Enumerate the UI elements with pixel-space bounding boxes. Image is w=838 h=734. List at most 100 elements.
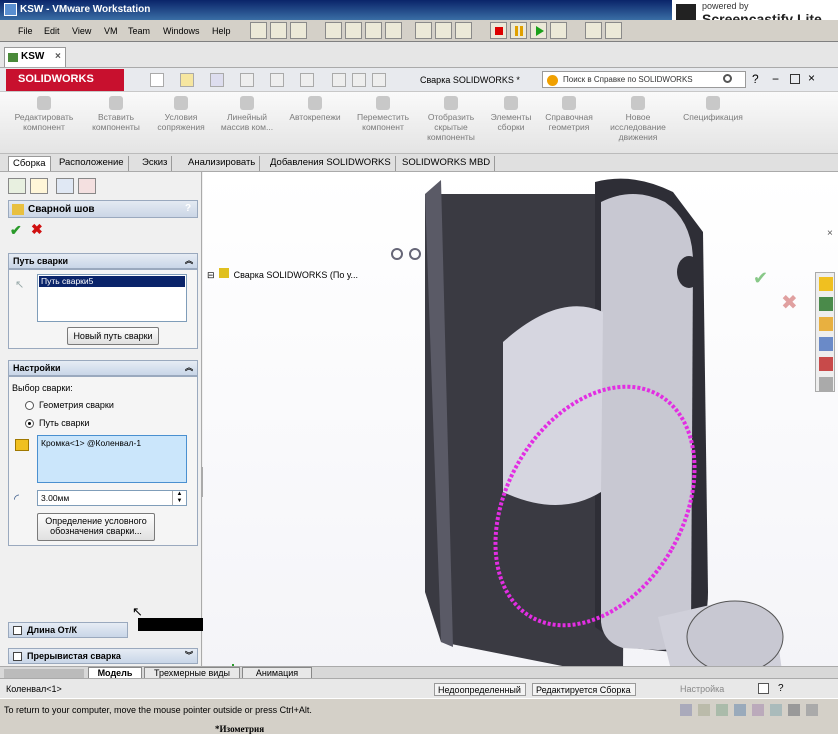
rebuild-icon[interactable] bbox=[332, 73, 346, 87]
confirm-corner-cancel-icon[interactable]: ✖ bbox=[781, 290, 798, 315]
usb-icon[interactable] bbox=[605, 22, 622, 39]
hdd-icon[interactable] bbox=[680, 704, 692, 716]
graphics-close-icon[interactable]: × bbox=[827, 228, 833, 239]
ok-icon[interactable]: ✔ bbox=[10, 222, 22, 239]
reference-geometry-button[interactable]: Справочная геометрия bbox=[538, 96, 600, 132]
weld-path-section-header[interactable]: Путь сварки ︽ bbox=[8, 253, 198, 269]
property-manager-tab-icon[interactable] bbox=[30, 178, 48, 194]
bill-of-materials-button[interactable]: Спецификация bbox=[674, 96, 752, 122]
confirm-corner-ok-icon[interactable]: ✔ bbox=[753, 268, 768, 289]
move-component-button[interactable]: Переместить компонент bbox=[350, 96, 416, 132]
crank-arm-front[interactable] bbox=[601, 194, 693, 650]
graphics-area[interactable]: ⊟ Сварка SOLIDWORKS (По у... ✔ ✖ × *Изом… bbox=[203, 172, 838, 734]
configuration-tab-icon[interactable] bbox=[56, 178, 74, 194]
menu-edit[interactable]: Edit bbox=[44, 26, 60, 36]
minimize-icon[interactable]: − bbox=[772, 72, 779, 86]
select-icon[interactable] bbox=[300, 73, 314, 87]
undo-icon[interactable] bbox=[270, 73, 284, 87]
home-icon[interactable] bbox=[819, 277, 833, 291]
menu-view[interactable]: View bbox=[72, 26, 91, 36]
play-icon[interactable] bbox=[530, 22, 547, 39]
mate-button[interactable]: Условия сопряжения bbox=[150, 96, 212, 132]
feature-tree-tab-icon[interactable] bbox=[8, 178, 26, 194]
weld-path-item[interactable]: Путь сварки5 bbox=[39, 276, 185, 287]
quick-switch-icon[interactable] bbox=[415, 22, 432, 39]
tab-evaluate[interactable]: Анализировать bbox=[184, 156, 261, 171]
design-library-icon[interactable] bbox=[819, 317, 833, 331]
thumbnail-icon[interactable] bbox=[455, 22, 472, 39]
solidworks-logo[interactable]: SOLIDWORKS bbox=[6, 69, 124, 91]
snapshot-icon[interactable] bbox=[250, 22, 267, 39]
linear-pattern-button[interactable]: Линейный массив ком... bbox=[214, 96, 280, 132]
pm-help-icon[interactable]: ? bbox=[185, 203, 191, 214]
tab-layout[interactable]: Расположение bbox=[55, 156, 129, 171]
settings-section-header[interactable]: Настройки ︽ bbox=[8, 360, 198, 376]
weld-path-list[interactable]: Путь сварки5 bbox=[37, 274, 187, 322]
length-section-header[interactable]: Длина От/К bbox=[8, 622, 128, 638]
printer-status-icon[interactable] bbox=[788, 704, 800, 716]
status-box-icon[interactable] bbox=[758, 683, 769, 694]
length-checkbox[interactable] bbox=[13, 626, 22, 636]
sidebar-icon[interactable] bbox=[325, 22, 342, 39]
menu-vm[interactable]: VM bbox=[104, 26, 118, 36]
spinner-icon[interactable]: ▲ ▼ bbox=[172, 491, 186, 505]
menu-help[interactable]: Help bbox=[212, 26, 231, 36]
restore-icon[interactable] bbox=[790, 74, 800, 84]
weld-path-radio[interactable]: Путь сварки bbox=[25, 418, 89, 429]
edge-selection-list[interactable]: Кромка<1> @Коленвал-1 bbox=[37, 435, 187, 483]
help-icon[interactable]: ? bbox=[752, 72, 759, 86]
reset-icon[interactable] bbox=[550, 22, 567, 39]
close-tab-icon[interactable]: × bbox=[55, 51, 61, 62]
show-hidden-components-button[interactable]: Отобразить скрытые компоненты bbox=[418, 96, 484, 142]
menu-team[interactable]: Team bbox=[128, 26, 150, 36]
file-explorer-icon[interactable] bbox=[819, 337, 833, 351]
usb-status-icon[interactable] bbox=[752, 704, 764, 716]
stop-icon[interactable] bbox=[490, 22, 507, 39]
shaft-face[interactable] bbox=[686, 600, 784, 674]
cancel-icon[interactable]: ✖ bbox=[31, 221, 43, 238]
menu-file[interactable]: File bbox=[18, 26, 33, 36]
new-file-icon[interactable] bbox=[150, 73, 164, 87]
crank-pin-disc[interactable] bbox=[503, 306, 603, 505]
close-icon[interactable]: × bbox=[808, 71, 815, 85]
appearances-icon[interactable] bbox=[819, 357, 833, 371]
custom-properties-icon[interactable] bbox=[819, 377, 833, 391]
pause-icon[interactable] bbox=[510, 22, 527, 39]
sound-status-icon[interactable] bbox=[770, 704, 782, 716]
options-icon[interactable] bbox=[372, 73, 386, 87]
weld-symbol-button[interactable]: Определение условного обозначения сварки… bbox=[37, 513, 155, 541]
revert-icon[interactable] bbox=[270, 22, 287, 39]
expand-icon[interactable]: ︾ bbox=[185, 650, 193, 661]
model-viewport[interactable] bbox=[203, 172, 838, 678]
insert-components-button[interactable]: Вставить компоненты bbox=[82, 96, 150, 132]
save-icon[interactable] bbox=[210, 73, 224, 87]
intermittent-section-header[interactable]: Прерывистая сварка ︾ bbox=[8, 648, 198, 664]
display-manager-tab-icon[interactable] bbox=[78, 178, 96, 194]
tab-mbd[interactable]: SOLIDWORKS MBD bbox=[398, 156, 496, 171]
tab-sketch[interactable]: Эскиз bbox=[138, 156, 173, 171]
network-status-icon[interactable] bbox=[734, 704, 746, 716]
smart-fasteners-button[interactable]: Автокрепежи bbox=[282, 96, 348, 122]
collapse-icon[interactable]: ︽ bbox=[185, 362, 193, 373]
manage-snapshots-icon[interactable] bbox=[290, 22, 307, 39]
new-motion-study-button[interactable]: Новое исследование движения bbox=[604, 96, 672, 142]
collapse-icon[interactable]: ︽ bbox=[185, 255, 193, 266]
tab-assembly[interactable]: Сборка bbox=[8, 156, 51, 171]
status-settings[interactable]: Настройка bbox=[680, 684, 724, 694]
floppy-icon[interactable] bbox=[716, 704, 728, 716]
new-weld-path-button[interactable]: Новый путь сварки bbox=[67, 327, 159, 345]
console-icon[interactable] bbox=[385, 22, 402, 39]
menu-windows[interactable]: Windows bbox=[163, 26, 200, 36]
vm-tab-ksw[interactable]: KSW × bbox=[4, 47, 66, 67]
network-icon[interactable] bbox=[585, 22, 602, 39]
open-file-icon[interactable] bbox=[180, 73, 194, 87]
file-properties-icon[interactable] bbox=[352, 73, 366, 87]
fullscreen-icon[interactable] bbox=[345, 22, 362, 39]
tab-addins[interactable]: Добавления SOLIDWORKS bbox=[266, 156, 396, 171]
edit-component-button[interactable]: Редактировать компонент bbox=[10, 96, 78, 132]
summary-icon[interactable] bbox=[435, 22, 452, 39]
search-icon[interactable] bbox=[723, 74, 732, 83]
weld-geometry-radio[interactable]: Геометрия сварки bbox=[25, 400, 114, 411]
resources-icon[interactable] bbox=[819, 297, 833, 311]
assembly-features-button[interactable]: Элементы сборки bbox=[484, 96, 538, 132]
